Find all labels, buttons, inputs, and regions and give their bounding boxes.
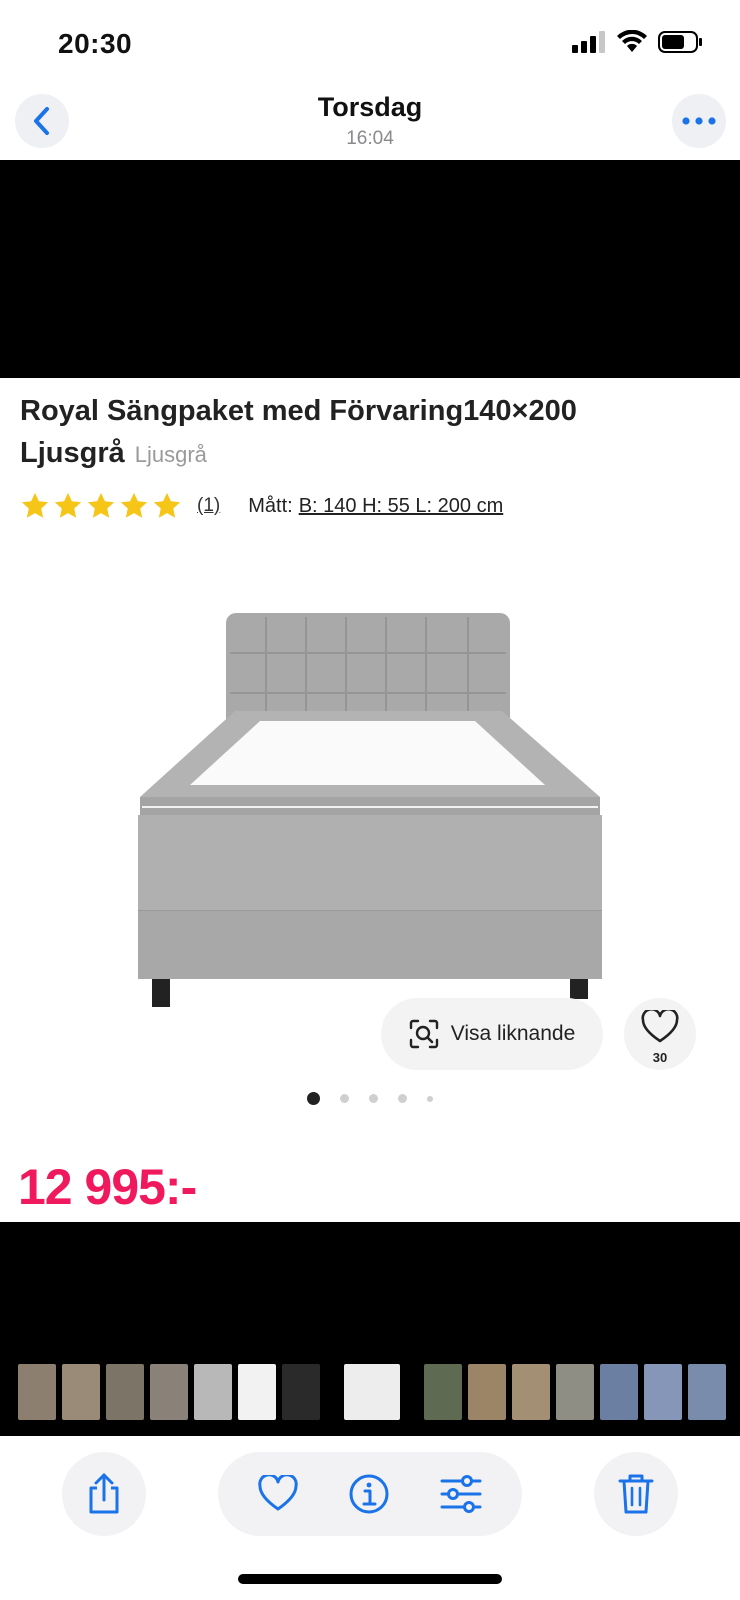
- visual-search-icon: [409, 1019, 438, 1049]
- thumbnail-item[interactable]: [150, 1364, 188, 1420]
- trash-icon: [618, 1474, 654, 1514]
- thumbnail-item[interactable]: [424, 1364, 462, 1420]
- carousel-dot[interactable]: [427, 1095, 433, 1102]
- home-indicator[interactable]: [238, 1574, 502, 1584]
- thumbnail-item[interactable]: [344, 1364, 400, 1420]
- sliders-icon[interactable]: [439, 1475, 483, 1513]
- wifi-icon: [617, 30, 647, 52]
- share-button[interactable]: [62, 1452, 146, 1536]
- thumbnail-item[interactable]: [106, 1364, 144, 1420]
- thumbnail-item[interactable]: [512, 1364, 550, 1420]
- status-time: 20:30: [58, 28, 133, 59]
- product-name: Royal Sängpaket med Förvaring140×200 Lju…: [20, 395, 577, 469]
- carousel-dot[interactable]: [398, 1094, 407, 1103]
- thumbnail-item[interactable]: [62, 1364, 100, 1420]
- star-icon: [87, 492, 115, 518]
- ellipsis-icon: [682, 117, 716, 125]
- thumbnail-item[interactable]: [468, 1364, 506, 1420]
- thumbnail-item[interactable]: [688, 1364, 726, 1420]
- product-price: 12 995:-: [18, 1159, 197, 1215]
- share-icon: [89, 1473, 119, 1514]
- info-icon[interactable]: [348, 1473, 390, 1515]
- star-icon: [54, 492, 82, 518]
- heart-icon[interactable]: [257, 1475, 299, 1513]
- photo-actions-pill: [218, 1452, 522, 1536]
- carousel-dot[interactable]: [340, 1094, 349, 1103]
- thumbnail-item[interactable]: [194, 1364, 232, 1420]
- star-rating: [20, 491, 185, 521]
- favorite-button[interactable]: 30: [624, 998, 696, 1070]
- star-icon: [153, 492, 181, 518]
- thumbnail-item[interactable]: [282, 1364, 320, 1420]
- product-image[interactable]: [130, 605, 620, 1025]
- thumbnail-item[interactable]: [600, 1364, 638, 1420]
- thumbnail-strip[interactable]: [18, 1364, 732, 1420]
- letterbox-top: [0, 160, 740, 378]
- thumbnail-item[interactable]: [644, 1364, 682, 1420]
- dimensions-value[interactable]: B: 140 H: 55 L: 200 cm: [299, 495, 504, 518]
- dimensions-label: Mått:: [248, 494, 293, 517]
- more-button[interactable]: [672, 94, 726, 148]
- review-count-link[interactable]: (1): [197, 495, 220, 517]
- favorite-count: 30: [652, 1050, 668, 1065]
- nav-subtitle: 16:04: [346, 128, 394, 149]
- product-title: Royal Sängpaket med Förvaring140×200 Lju…: [20, 390, 710, 476]
- show-similar-button[interactable]: Visa liknande: [381, 998, 603, 1070]
- delete-button[interactable]: [594, 1452, 678, 1536]
- status-icons: [572, 30, 704, 54]
- battery-icon: [658, 31, 702, 53]
- heart-outline-icon: [641, 1010, 679, 1043]
- carousel-dots[interactable]: [0, 1092, 740, 1105]
- rating-row: (1) Mått: B: 140 H: 55 L: 200 cm: [20, 491, 503, 521]
- nav-title: Torsdag: [317, 92, 423, 122]
- thumbnail-item[interactable]: [18, 1364, 56, 1420]
- carousel-dot[interactable]: [307, 1092, 320, 1105]
- signal-icon: [572, 31, 605, 53]
- thumbnail-item[interactable]: [556, 1364, 594, 1420]
- product-variant: Ljusgrå: [134, 442, 207, 467]
- star-icon: [21, 492, 49, 518]
- star-icon: [120, 492, 148, 518]
- carousel-dot[interactable]: [369, 1094, 378, 1103]
- thumbnail-item[interactable]: [238, 1364, 276, 1420]
- show-similar-label: Visa liknande: [450, 1022, 576, 1045]
